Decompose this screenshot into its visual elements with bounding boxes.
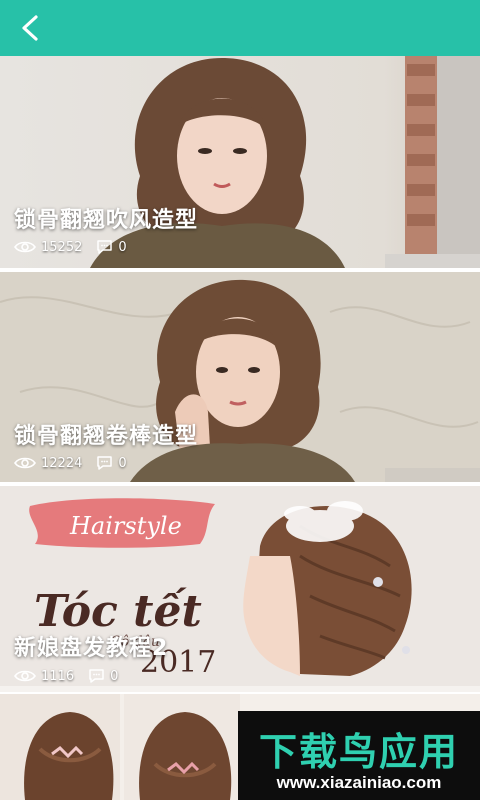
comment-count: 0 [118,455,127,471]
comment-count: 0 [110,668,119,684]
card-thumbnail [0,56,480,268]
card-stats: 1116 0 [14,668,132,684]
eye-icon [14,456,36,470]
card-title: 锁骨翻翘卷棒造型 [14,424,199,449]
card-stats: 12224 0 [14,455,141,471]
card-title: 新娘盘发教程2 [14,636,169,661]
comment-icon [88,668,105,684]
back-button[interactable] [14,12,46,44]
eye-icon [14,669,36,683]
comment-icon [96,239,113,255]
watermark-brand: 下载鸟应用 [258,730,459,774]
chevron-left-icon [22,15,38,41]
hairstyle-script-label: Hairstyle [69,512,182,540]
card-stats: 15252 0 [14,239,141,255]
view-count: 1116 [41,668,75,684]
video-card[interactable]: 锁骨翻翘卷棒造型 12224 0 [0,272,480,482]
top-app-bar [0,0,480,56]
view-count: 15252 [41,239,83,255]
view-count: 12224 [41,455,83,471]
comment-icon [96,455,113,471]
watermark-url: www.xiazainiao.com [276,773,442,792]
eye-icon [14,240,36,254]
video-card[interactable]: 锁骨翻翘吹风造型 15252 0 [0,56,480,268]
card-thumbnail [0,272,480,482]
watermark: 下载鸟应用 www.xiazainiao.com [238,711,480,800]
comment-count: 0 [118,239,127,255]
card-title: 锁骨翻翘吹风造型 [14,208,199,233]
video-card[interactable]: Hairstyle Tóc tết Cô dâu 2017 新娘盘发教程2 11… [0,486,480,692]
